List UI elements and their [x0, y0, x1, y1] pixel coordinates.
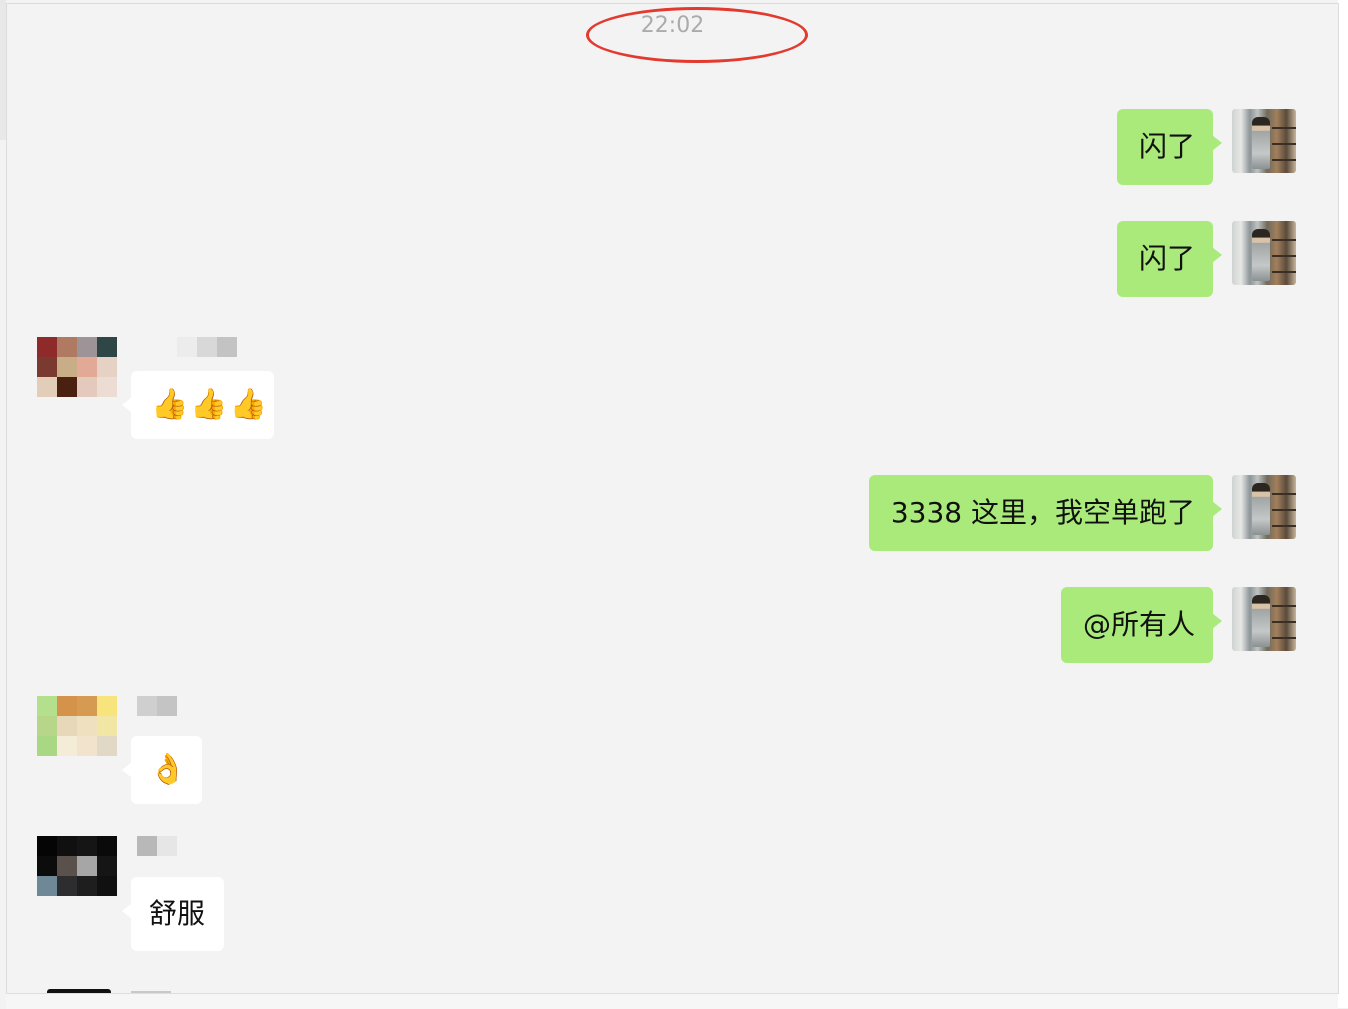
ok-hand-icon: 👌	[149, 752, 189, 787]
outgoing-message-bubble[interactable]: @所有人	[1060, 587, 1223, 663]
avatar-person-figure	[1252, 229, 1270, 281]
avatar-shelf	[1272, 605, 1296, 607]
outgoing-message-bubble[interactable]: 闪了	[1116, 221, 1223, 297]
avatar-shelf	[1272, 271, 1296, 273]
window-right-edge	[1338, 0, 1348, 1008]
my-avatar[interactable]	[1232, 109, 1296, 173]
avatar-person-figure	[1252, 483, 1270, 535]
sender-name-blurred	[137, 696, 177, 716]
avatar-shelf	[1272, 621, 1296, 623]
sender-name-blurred	[177, 337, 237, 357]
my-avatar[interactable]	[1232, 221, 1296, 285]
avatar-shelf	[1272, 493, 1296, 495]
sender-avatar-blurred[interactable]	[37, 337, 117, 397]
pixelated-avatar-image	[37, 337, 117, 397]
avatar-shelf	[1272, 255, 1296, 257]
avatar-person-figure	[1252, 595, 1270, 647]
avatar-shelf	[1272, 637, 1296, 639]
avatar-person-figure	[1252, 117, 1270, 169]
avatar-shelf	[1272, 159, 1296, 161]
avatar-shelf	[1272, 127, 1296, 129]
sender-avatar-blurred[interactable]	[37, 696, 117, 756]
outgoing-message-bubble[interactable]: 3338 这里，我空单跑了	[868, 475, 1223, 551]
my-avatar[interactable]	[1232, 587, 1296, 651]
incoming-message-bubble[interactable]: 👍👍👍	[122, 371, 274, 439]
timestamp-highlight-annotation	[586, 7, 808, 63]
outgoing-message-bubble[interactable]: 闪了	[1116, 109, 1223, 185]
avatar-shelf	[1272, 143, 1296, 145]
incoming-message-bubble[interactable]: 👌	[122, 736, 202, 804]
chat-message-area[interactable]: 22:02 闪了 闪了 👍👍👍 3338 这里，我空单跑了 @所有人 👌 舒服	[6, 3, 1339, 994]
avatar-shelf	[1272, 509, 1296, 511]
input-area-divider	[6, 993, 1338, 1009]
incoming-message-bubble[interactable]: 舒服	[122, 877, 224, 951]
pixelated-avatar-image	[37, 696, 117, 756]
pixelated-avatar-image	[37, 836, 117, 896]
sender-avatar-blurred[interactable]	[37, 836, 117, 896]
sender-name-blurred	[137, 836, 177, 856]
my-avatar[interactable]	[1232, 475, 1296, 539]
avatar-shelf	[1272, 239, 1296, 241]
avatar-shelf	[1272, 525, 1296, 527]
thumbs-up-icon: 👍👍👍	[151, 387, 270, 422]
